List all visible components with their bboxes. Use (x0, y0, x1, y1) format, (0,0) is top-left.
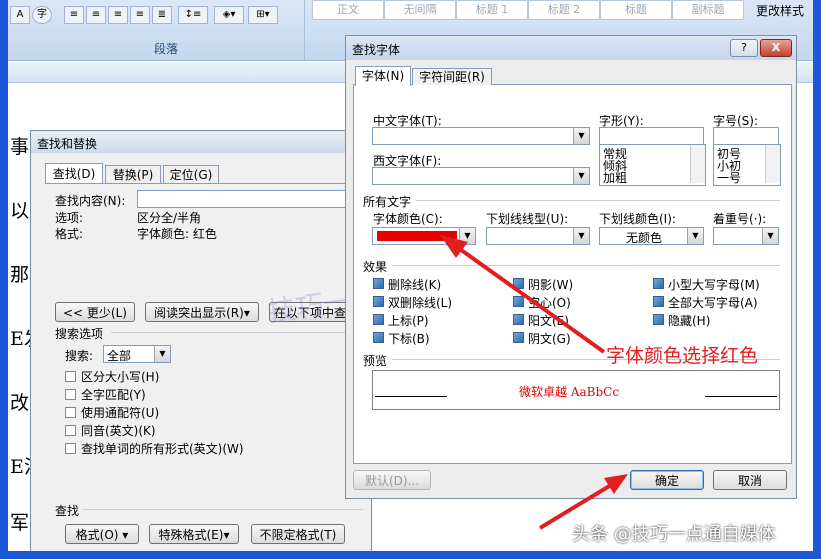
annotation-text: 字体颜色选择红色 (606, 345, 759, 367)
arrow-head (440, 235, 468, 258)
annotation-arrows (440, 235, 628, 530)
arrow-to-color (448, 240, 606, 354)
source-watermark: 头条 @技巧一点通自媒体 (572, 524, 776, 545)
arrow-head (604, 474, 628, 494)
arrow-group (440, 235, 628, 530)
